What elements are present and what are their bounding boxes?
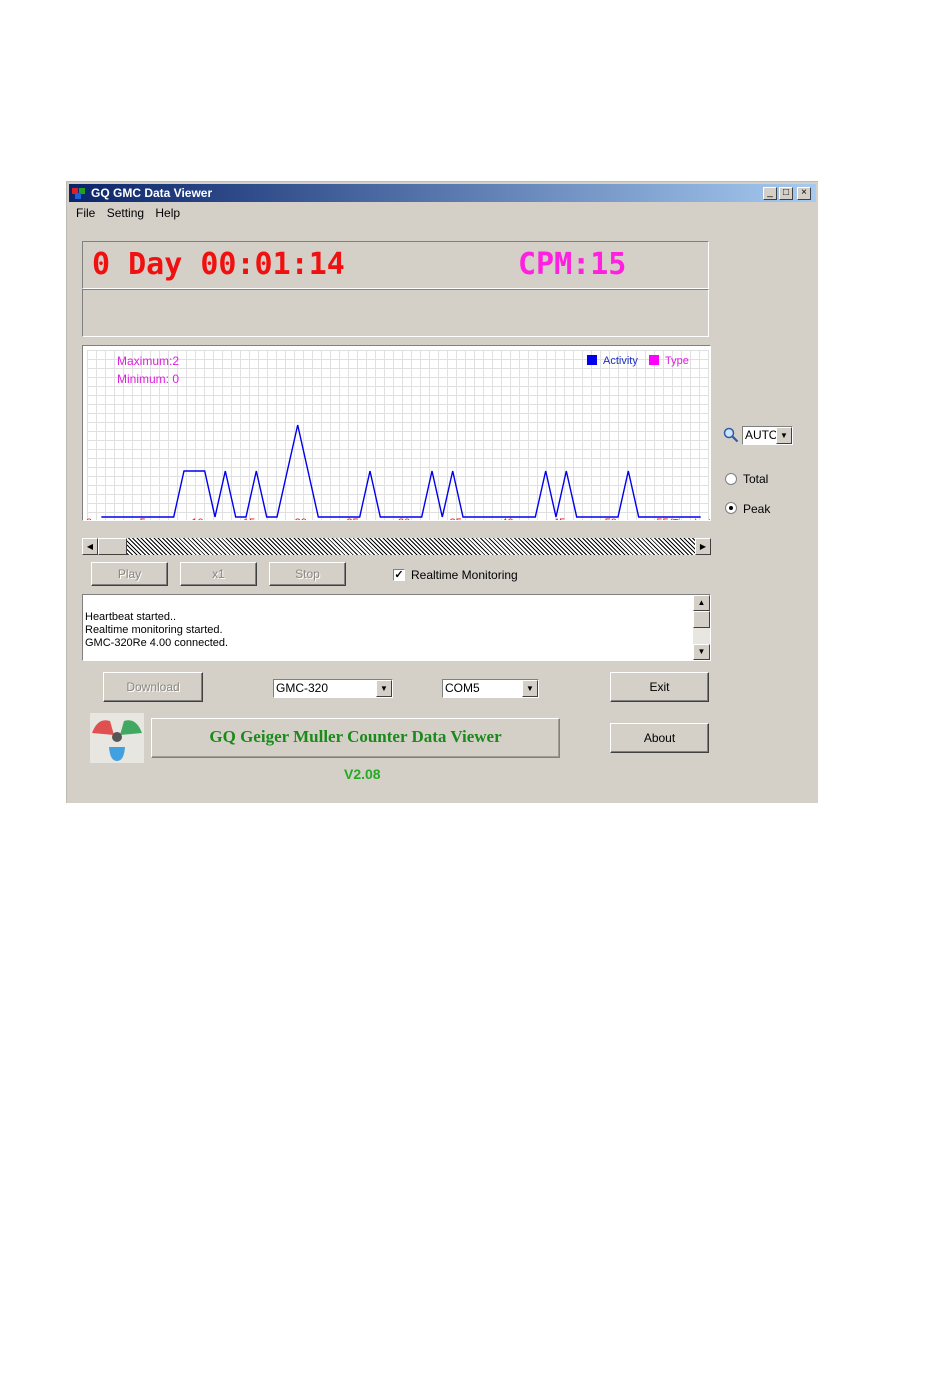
- about-button[interactable]: About: [610, 723, 709, 753]
- speed-button[interactable]: x1: [180, 562, 257, 586]
- status-panel: 0 Day 00:01:14 CPM:15: [82, 241, 709, 337]
- chart-svg: Maximum:2 Minimum: 0 Activity Type 0 5 10 15 20 2…: [86, 350, 714, 529]
- scroll-track[interactable]: [98, 538, 695, 555]
- scroll-left-icon[interactable]: ◀: [82, 538, 98, 555]
- stat-maximum: Maximum:2: [117, 354, 179, 368]
- stop-button[interactable]: Stop: [269, 562, 346, 586]
- scroll-up-icon[interactable]: ▲: [693, 595, 710, 611]
- menu-file[interactable]: File: [76, 204, 95, 222]
- radio-selected-dot: [729, 506, 733, 510]
- activity-chart: Maximum:2 Minimum: 0 Activity Type 0 5 10 15 20 2…: [82, 345, 714, 529]
- app-banner: GQ Geiger Muller Counter Data Viewer: [151, 718, 560, 758]
- chevron-down-icon[interactable]: ▼: [522, 680, 538, 697]
- chart-hscrollbar[interactable]: ◀ ▶: [82, 538, 711, 555]
- x-tick-label: 55: [656, 517, 668, 520]
- port-select[interactable]: COM5 ▼: [442, 679, 539, 698]
- total-radio-label: Total: [743, 472, 769, 486]
- scroll-down-icon[interactable]: ▼: [693, 644, 710, 660]
- x-tick-label: 0: [86, 517, 92, 520]
- model-select-value: GMC-320: [276, 681, 329, 695]
- cpm-readout: CPM:15: [518, 247, 627, 282]
- x-tick-label: 45: [553, 517, 565, 520]
- x-tick-label: 10: [191, 517, 203, 520]
- log-line: GMC-320Re 4.00 connected.: [85, 637, 229, 649]
- port-select-value: COM5: [445, 681, 480, 695]
- version-label: V2.08: [344, 766, 381, 782]
- download-button[interactable]: Download: [103, 672, 203, 702]
- stat-minimum: Minimum: 0: [117, 372, 179, 386]
- realtime-checkbox[interactable]: ✓: [393, 569, 405, 581]
- realtime-checkbox-label: Realtime Monitoring: [411, 568, 518, 582]
- zoom-select[interactable]: AUTO ▼: [742, 426, 793, 445]
- zoom-icon[interactable]: [723, 427, 739, 443]
- minimize-button[interactable]: _: [763, 187, 777, 200]
- peak-radio[interactable]: [725, 502, 737, 514]
- app-icon: [72, 188, 85, 199]
- peak-radio-label: Peak: [743, 502, 771, 516]
- elapsed-timer: 0 Day 00:01:14: [92, 247, 345, 282]
- maximize-button[interactable]: □: [779, 187, 793, 200]
- menu-bar: File Setting Help: [69, 204, 181, 222]
- model-select[interactable]: GMC-320 ▼: [273, 679, 393, 698]
- x-tick-label: 50: [605, 517, 617, 520]
- status-row: 0 Day 00:01:14 CPM:15: [82, 241, 709, 289]
- chevron-down-icon[interactable]: ▼: [776, 427, 792, 444]
- scroll-thumb[interactable]: [98, 538, 127, 555]
- legend-swatch: [587, 355, 597, 365]
- x-tick-label: 15: [243, 517, 255, 520]
- x-unit-label: (Time): [669, 518, 698, 520]
- scroll-thumb[interactable]: [693, 611, 710, 628]
- log-vscrollbar[interactable]: ▲ ▼: [693, 595, 710, 660]
- log-line: Realtime monitoring started.: [85, 624, 223, 636]
- total-radio[interactable]: [725, 473, 737, 485]
- app-window: GQ GMC Data Viewer _ □ × File Setting He…: [66, 181, 818, 803]
- legend-label: Activity: [603, 355, 638, 367]
- close-button[interactable]: ×: [797, 187, 811, 200]
- menu-help[interactable]: Help: [155, 204, 180, 222]
- x-tick-label: 40: [501, 517, 513, 520]
- chevron-down-icon[interactable]: ▼: [376, 680, 392, 697]
- play-button[interactable]: Play: [91, 562, 168, 586]
- legend-label: Type: [665, 355, 689, 367]
- log-box[interactable]: Heartbeat started.. Realtime monitoring …: [82, 594, 711, 661]
- x-tick-label: 25: [346, 517, 358, 520]
- radiation-logo-icon: [90, 713, 144, 763]
- status-row-empty: [82, 289, 709, 337]
- window-title: GQ GMC Data Viewer: [91, 186, 213, 200]
- x-tick-label: 35: [450, 517, 462, 520]
- x-tick-label: 5: [140, 517, 146, 520]
- menu-setting[interactable]: Setting: [107, 204, 144, 222]
- scroll-right-icon[interactable]: ▶: [695, 538, 711, 555]
- zoom-select-value: AUTO: [745, 428, 779, 442]
- x-tick-label: 6: [708, 517, 710, 520]
- x-tick-label: 20: [295, 517, 307, 520]
- chart-grid: [87, 350, 709, 522]
- x-tick-label: 30: [398, 517, 410, 520]
- exit-button[interactable]: Exit: [610, 672, 709, 702]
- legend-swatch: [649, 355, 659, 365]
- log-line: Heartbeat started..: [85, 611, 177, 623]
- title-bar: GQ GMC Data Viewer _ □ ×: [69, 184, 816, 202]
